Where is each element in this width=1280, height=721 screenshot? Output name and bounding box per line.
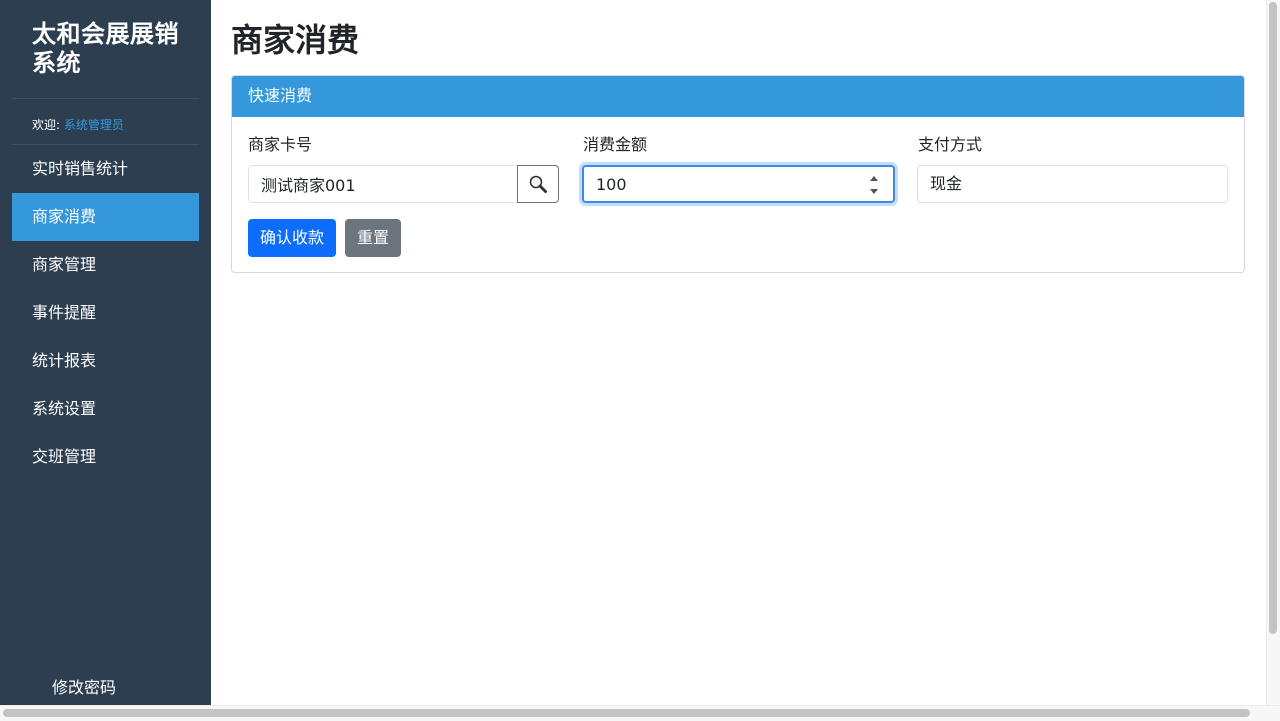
welcome-text: 欢迎: 系统管理员 — [32, 117, 124, 133]
sidebar-divider — [12, 98, 199, 99]
sidebar-item-reports[interactable]: 统计报表 — [12, 337, 199, 385]
card-number-label: 商家卡号 — [248, 135, 313, 154]
horizontal-scrollbar-thumb[interactable] — [3, 709, 1250, 717]
stepper-down-icon[interactable] — [870, 189, 878, 194]
payment-method-select[interactable]: 现金 — [917, 165, 1228, 203]
stepper-up-icon[interactable] — [870, 176, 878, 181]
sidebar-item-merchant-management[interactable]: 商家管理 — [12, 241, 199, 289]
sidebar-item-merchant-consumption[interactable]: 商家消费 — [12, 193, 199, 241]
confirm-payment-button[interactable]: 确认收款 — [248, 219, 337, 257]
sidebar-item-realtime-sales[interactable]: 实时销售统计 — [12, 145, 199, 193]
amount-stepper[interactable] — [869, 176, 879, 194]
payment-method-label: 支付方式 — [918, 135, 983, 154]
search-button[interactable] — [517, 165, 559, 203]
card-number-input[interactable] — [248, 165, 518, 203]
sidebar: 太和会展展销系统 欢迎: 系统管理员 实时销售统计 商家消费 商家管理 事件提醒… — [0, 0, 211, 705]
sidebar-item-event-reminder[interactable]: 事件提醒 — [12, 289, 199, 337]
page-title: 商家消费 — [231, 21, 360, 59]
card-header: 快速消费 — [232, 76, 1244, 117]
welcome-label: 欢迎: — [32, 118, 61, 132]
sidebar-item-settings[interactable]: 系统设置 — [12, 385, 199, 433]
app-brand: 太和会展展销系统 — [32, 20, 179, 77]
search-icon — [529, 175, 547, 193]
amount-field[interactable] — [582, 165, 895, 203]
amount-input[interactable] — [596, 167, 856, 201]
amount-label: 消费金额 — [583, 135, 648, 154]
sidebar-nav: 实时销售统计 商家消费 商家管理 事件提醒 统计报表 系统设置 交班管理 — [12, 145, 199, 481]
quick-consumption-card: 快速消费 商家卡号 消费金额 支付方式 现金 确认收款 重置 — [231, 75, 1245, 273]
change-password-link[interactable]: 修改密码 — [52, 676, 116, 700]
reset-button[interactable]: 重置 — [345, 219, 402, 257]
vertical-scrollbar-thumb[interactable] — [1269, 2, 1277, 634]
welcome-user[interactable]: 系统管理员 — [64, 118, 124, 132]
sidebar-item-shift-management[interactable]: 交班管理 — [12, 433, 199, 481]
